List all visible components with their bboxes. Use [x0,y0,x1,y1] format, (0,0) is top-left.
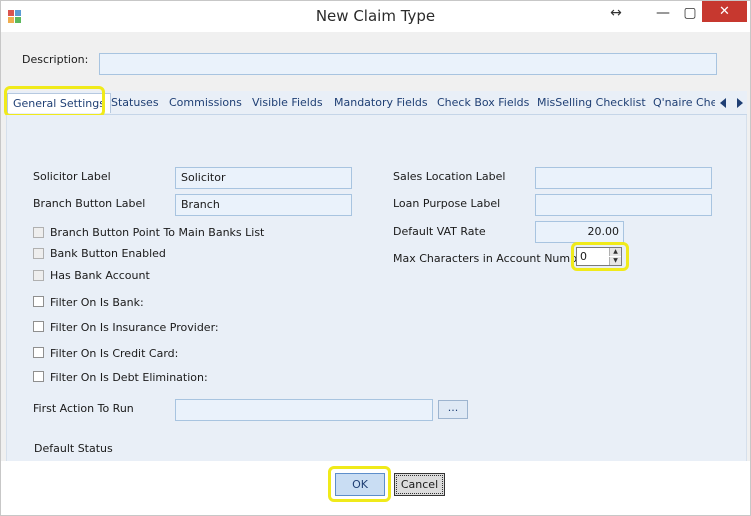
title-bar: New Claim Type ↔ — ▢ ✕ [1,1,750,32]
filter-is-insurance-provider-label: Filter On Is Insurance Provider: [50,321,219,334]
filter-is-bank-checkbox[interactable] [33,296,44,307]
has-bank-account-label: Has Bank Account [50,269,150,282]
window-title: New Claim Type [315,7,436,25]
description-input[interactable] [99,53,717,75]
default-status-caption: Default Status [34,442,113,455]
first-action-caption: First Action To Run [33,402,134,415]
minimize-button[interactable]: — [648,1,678,27]
tab-scroll-right-icon[interactable] [737,98,743,108]
filter-is-debt-elimination-checkbox[interactable] [33,371,44,382]
sales-location-label-input[interactable] [535,167,712,189]
branch-button-label-input[interactable]: Branch [175,194,352,216]
max-chars-account-number-caption: Max Characters in Account Number: [393,252,592,265]
tab-highlight [4,86,105,117]
solicitor-label-input[interactable]: Solicitor [175,167,352,189]
maximize-button[interactable]: ▢ [675,1,705,27]
tab-misselling-checklist[interactable]: MisSelling Checklist [537,96,646,109]
filter-is-insurance-provider-checkbox[interactable] [33,321,44,332]
bank-button-enabled-label: Bank Button Enabled [50,247,166,260]
has-bank-account-checkbox[interactable] [33,270,44,281]
branch-button-point-label: Branch Button Point To Main Banks List [50,226,265,239]
tab-visible-fields[interactable]: Visible Fields [252,96,323,109]
resize-icon[interactable]: ↔ [601,1,631,27]
stepper-highlight [571,242,629,271]
branch-button-label-caption: Branch Button Label [33,197,146,210]
tab-mandatory-fields[interactable]: Mandatory Fields [334,96,428,109]
first-action-browse-button[interactable]: ... [438,400,468,419]
bank-button-enabled-checkbox[interactable] [33,248,44,259]
default-vat-rate-caption: Default VAT Rate [393,225,486,238]
cancel-button[interactable]: Cancel [394,473,445,496]
sales-location-label-caption: Sales Location Label [393,170,506,183]
solicitor-label-caption: Solicitor Label [33,170,111,183]
default-vat-rate-input[interactable]: 20.00 [535,221,624,243]
ok-highlight [328,466,391,502]
tab-qnaire-checklist[interactable]: Q'naire Chec [653,96,715,109]
filter-is-credit-card-label: Filter On Is Credit Card: [50,347,179,360]
tab-strip: General Settings Statuses Commissions Vi… [6,91,747,115]
filter-is-bank-label: Filter On Is Bank: [50,296,144,309]
tab-scroll-left-icon[interactable] [720,98,726,108]
filter-is-credit-card-checkbox[interactable] [33,347,44,358]
first-action-input[interactable] [175,399,433,421]
description-label: Description: [22,53,89,66]
loan-purpose-label-caption: Loan Purpose Label [393,197,501,210]
tab-check-box-fields[interactable]: Check Box Fields [437,96,529,109]
tab-commissions[interactable]: Commissions [169,96,242,109]
filter-is-debt-elimination-label: Filter On Is Debt Elimination: [50,371,208,384]
tab-statuses[interactable]: Statuses [111,96,159,109]
branch-button-point-checkbox[interactable] [33,227,44,238]
new-claim-type-dialog: New Claim Type ↔ — ▢ ✕ Description: Gene… [0,0,751,516]
loan-purpose-label-input[interactable] [535,194,712,216]
close-button[interactable]: ✕ [702,1,747,22]
